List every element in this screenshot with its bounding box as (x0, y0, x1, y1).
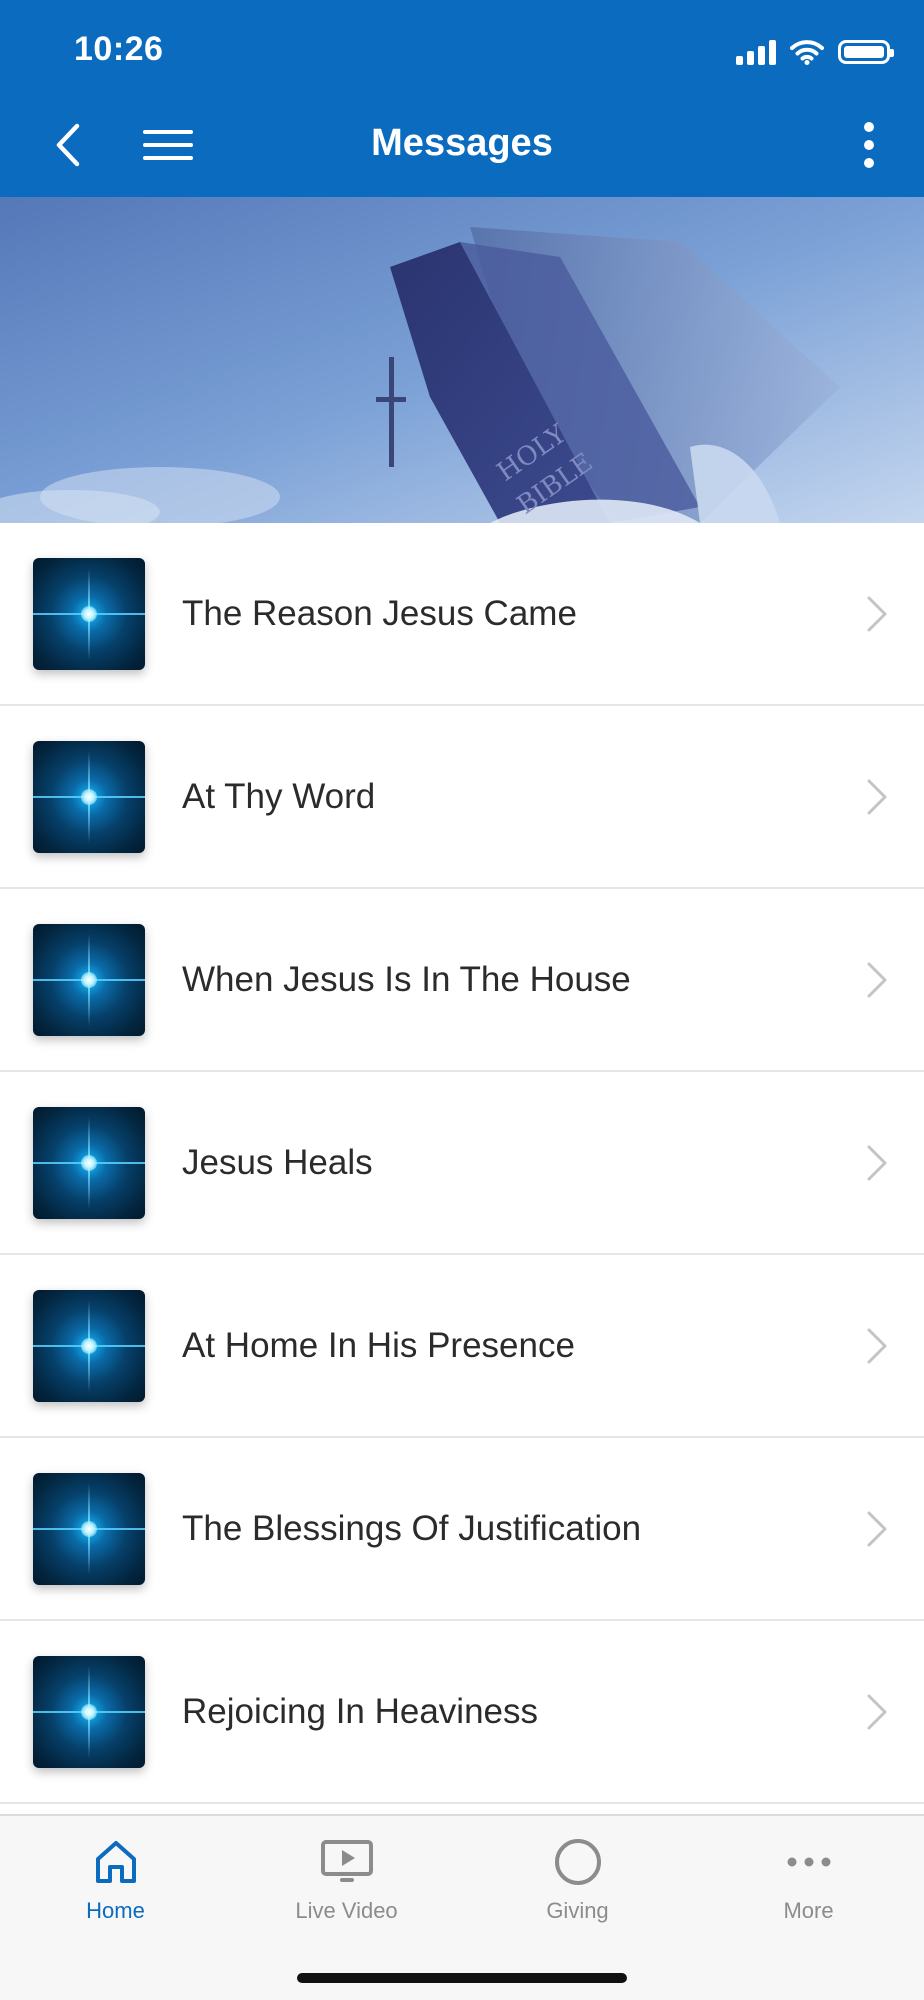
message-thumbnail (33, 741, 145, 853)
top-bar: 10:26 Messages (0, 0, 924, 197)
play-screen-icon (320, 1840, 373, 1882)
hero-banner: HOLY BIBLE (0, 197, 924, 523)
chevron-right-icon (867, 779, 887, 815)
message-thumbnail (33, 558, 145, 670)
message-title: When Jesus Is In The House (182, 959, 631, 999)
message-title: Rejoicing In Heaviness (182, 1691, 539, 1731)
tab-label: Home (86, 1898, 145, 1923)
chevron-right-icon (867, 962, 887, 998)
status-icons (736, 34, 894, 70)
list-item[interactable]: Rejoicing In Heaviness (0, 1621, 924, 1804)
circle-icon (554, 1839, 601, 1885)
tab-home[interactable]: Home (0, 1816, 231, 1936)
message-title: The Blessings Of Justification (182, 1508, 642, 1548)
message-thumbnail (33, 1107, 145, 1219)
tab-live-video[interactable]: Live Video (231, 1816, 462, 1936)
wifi-icon (790, 40, 824, 65)
list-item[interactable]: The Reason Jesus Came (0, 523, 924, 706)
page-title: Messages (371, 122, 553, 164)
tab-giving[interactable]: Giving (462, 1816, 693, 1936)
tab-label: Live Video (295, 1898, 398, 1923)
tab-label: Giving (546, 1898, 609, 1923)
message-title: Jesus Heals (182, 1142, 373, 1182)
chevron-right-icon (867, 1511, 887, 1547)
home-icon (95, 1841, 136, 1883)
holy-bible-banner-image: HOLY BIBLE (0, 197, 924, 523)
message-thumbnail (33, 1656, 145, 1768)
battery-icon (838, 40, 894, 64)
more-options-button[interactable] (834, 110, 904, 180)
tab-more[interactable]: More (693, 1816, 924, 1936)
list-item[interactable]: At Home In His Presence (0, 1255, 924, 1438)
signal-icon (736, 39, 776, 65)
chevron-right-icon (867, 1145, 887, 1181)
list-item[interactable]: The Blessings Of Justification (0, 1438, 924, 1621)
list-item[interactable]: At Thy Word (0, 706, 924, 889)
chevron-right-icon (867, 596, 887, 632)
message-title: At Home In His Presence (182, 1325, 575, 1365)
chevron-right-icon (867, 1328, 887, 1364)
list-item[interactable]: When Jesus Is In The House (0, 889, 924, 1072)
status-time: 10:26 (74, 30, 164, 68)
home-indicator (297, 1973, 627, 1983)
message-thumbnail (33, 924, 145, 1036)
chevron-right-icon (867, 1694, 887, 1730)
message-title: The Reason Jesus Came (182, 593, 577, 633)
message-title: At Thy Word (182, 776, 376, 816)
more-vertical-icon (864, 122, 874, 168)
message-thumbnail (33, 1473, 145, 1585)
list-item[interactable]: Jesus Heals (0, 1072, 924, 1255)
more-horizontal-icon (787, 1857, 830, 1867)
messages-list: The Reason Jesus Came At Thy Word When J… (0, 523, 924, 1804)
tab-label: More (783, 1898, 834, 1923)
message-thumbnail (33, 1290, 145, 1402)
